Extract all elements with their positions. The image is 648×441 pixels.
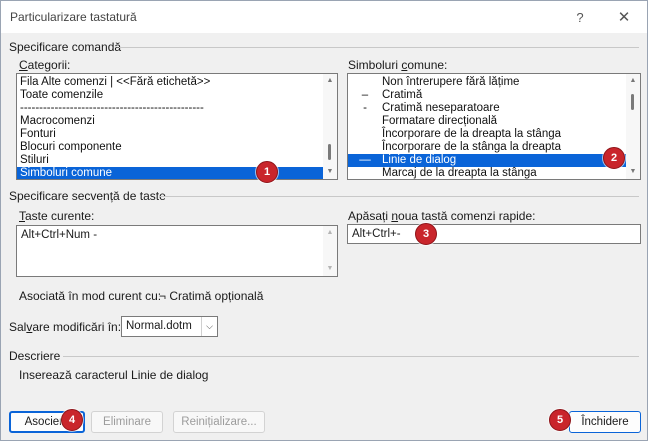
current-keys-label: Taste curente: [19,209,95,223]
symbol-name: Linie de dialog [382,154,457,166]
scroll-down-icon[interactable]: ▼ [323,263,337,275]
scroll-down-icon[interactable]: ▼ [323,166,337,178]
callout-badge-1: 1 [256,161,278,183]
symbols-label: Simboluri comune: [348,58,448,72]
symbol-glyph: - [363,102,367,114]
symbol-item[interactable]: Marcaj de la dreapta la stânga [348,167,626,179]
scroll-thumb[interactable] [631,94,634,110]
current-keys-value[interactable]: Alt+Ctrl+Num - [21,229,97,241]
symbol-name: Încorporare de la stânga la dreapta [382,141,562,153]
new-key-label: Apăsați noua tastă comenzi rapide: [348,209,536,223]
symbol-item[interactable]: Încorporare de la dreapta la stânga [348,128,626,141]
command-section-title: Specificare comandă [9,40,122,54]
close-icon: ✕ [617,9,631,26]
symbol-name: Formatare direcțională [382,115,498,127]
command-section-divider [119,47,639,48]
callout-badge-2: 2 [603,147,625,169]
symbol-item[interactable]: Formatare direcțională [348,115,626,128]
save-changes-label: Salvare modificări în: [9,320,122,334]
keys-section-divider [159,196,639,197]
callout-badge-5: 5 [549,409,571,431]
assigned-to-label: Asociată în mod curent cu: [19,289,162,303]
window-title: Particularizare tastatură [10,10,137,24]
close-button[interactable]: Închidere [569,411,641,433]
scroll-up-icon[interactable]: ▲ [323,227,337,239]
new-shortcut-input[interactable]: Alt+Ctrl+- [347,224,641,244]
description-divider [63,356,639,357]
category-item[interactable]: Fonturi [17,128,323,141]
symbol-glyph: – [361,89,369,101]
category-item[interactable]: Macrocomenzi [17,115,323,128]
categories-scrollbar[interactable]: ▲ ▼ [323,74,337,179]
symbol-item[interactable]: — Linie de dialog [348,154,626,167]
category-item[interactable]: Fila Alte comenzi | <<Fără etichetă>> [17,76,323,89]
symbols-list[interactable]: Non întrerupere fără lățime – Cratimă - Crat… [347,73,641,180]
save-in-value: Normal.dotm [126,320,192,332]
new-shortcut-value: Alt+Ctrl+- [352,228,401,240]
scroll-up-icon[interactable]: ▲ [626,75,640,87]
chevron-down-icon[interactable]: ⌵ [201,317,217,336]
save-in-dropdown[interactable]: Normal.dotm ⌵ [121,316,218,337]
category-item[interactable]: Stiluri [17,154,323,167]
symbol-item[interactable]: - Cratimă neseparatoare [348,102,626,115]
symbol-glyph: — [359,154,371,166]
symbol-name: Non întrerupere fără lățime [382,76,520,88]
categories-label: Categorii: [19,58,71,72]
symbol-item[interactable]: Încorporare de la stânga la dreapta [348,141,626,154]
title-bar: Particularizare tastatură ? ✕ [1,1,647,33]
current-keys-list[interactable]: Alt+Ctrl+Num - ▲ ▼ [16,225,338,277]
category-item[interactable]: Blocuri componente [17,141,323,154]
reset-button[interactable]: Reinițializare... [173,411,265,433]
scroll-thumb[interactable] [328,144,331,160]
customize-keyboard-dialog: Particularizare tastatură ? ✕ Specificar… [0,0,648,441]
help-button[interactable]: ? [563,1,597,33]
remove-button[interactable]: Eliminare [91,411,163,433]
current-keys-scrollbar[interactable]: ▲ ▼ [323,226,337,276]
symbol-name: Marcaj de la dreapta la stânga [382,167,537,179]
help-icon: ? [576,9,584,25]
assigned-to-value: ¬ Cratimă opțională [159,289,264,303]
description-text: Inserează caracterul Linie de dialog [19,368,209,382]
symbol-item[interactable]: – Cratimă [348,89,626,102]
keys-section-title: Specificare secvență de taste [9,189,166,203]
symbol-item[interactable]: Non întrerupere fără lățime [348,76,626,89]
close-window-button[interactable]: ✕ [607,1,641,33]
categories-list[interactable]: Fila Alte comenzi | <<Fără etichetă>> Toa… [16,73,338,180]
symbols-scrollbar[interactable]: ▲ ▼ [626,74,640,179]
symbol-name: Cratimă neseparatoare [382,102,500,114]
category-item[interactable]: ----------------------------------------… [17,102,323,115]
callout-badge-3: 3 [415,223,437,245]
description-title: Descriere [9,349,61,363]
symbol-name: Cratimă [382,89,423,101]
symbol-name: Încorporare de la dreapta la stânga [382,128,562,140]
scroll-up-icon[interactable]: ▲ [323,75,337,87]
category-item[interactable]: Toate comenzile [17,89,323,102]
scroll-down-icon[interactable]: ▼ [626,166,640,178]
callout-badge-4: 4 [61,409,83,431]
